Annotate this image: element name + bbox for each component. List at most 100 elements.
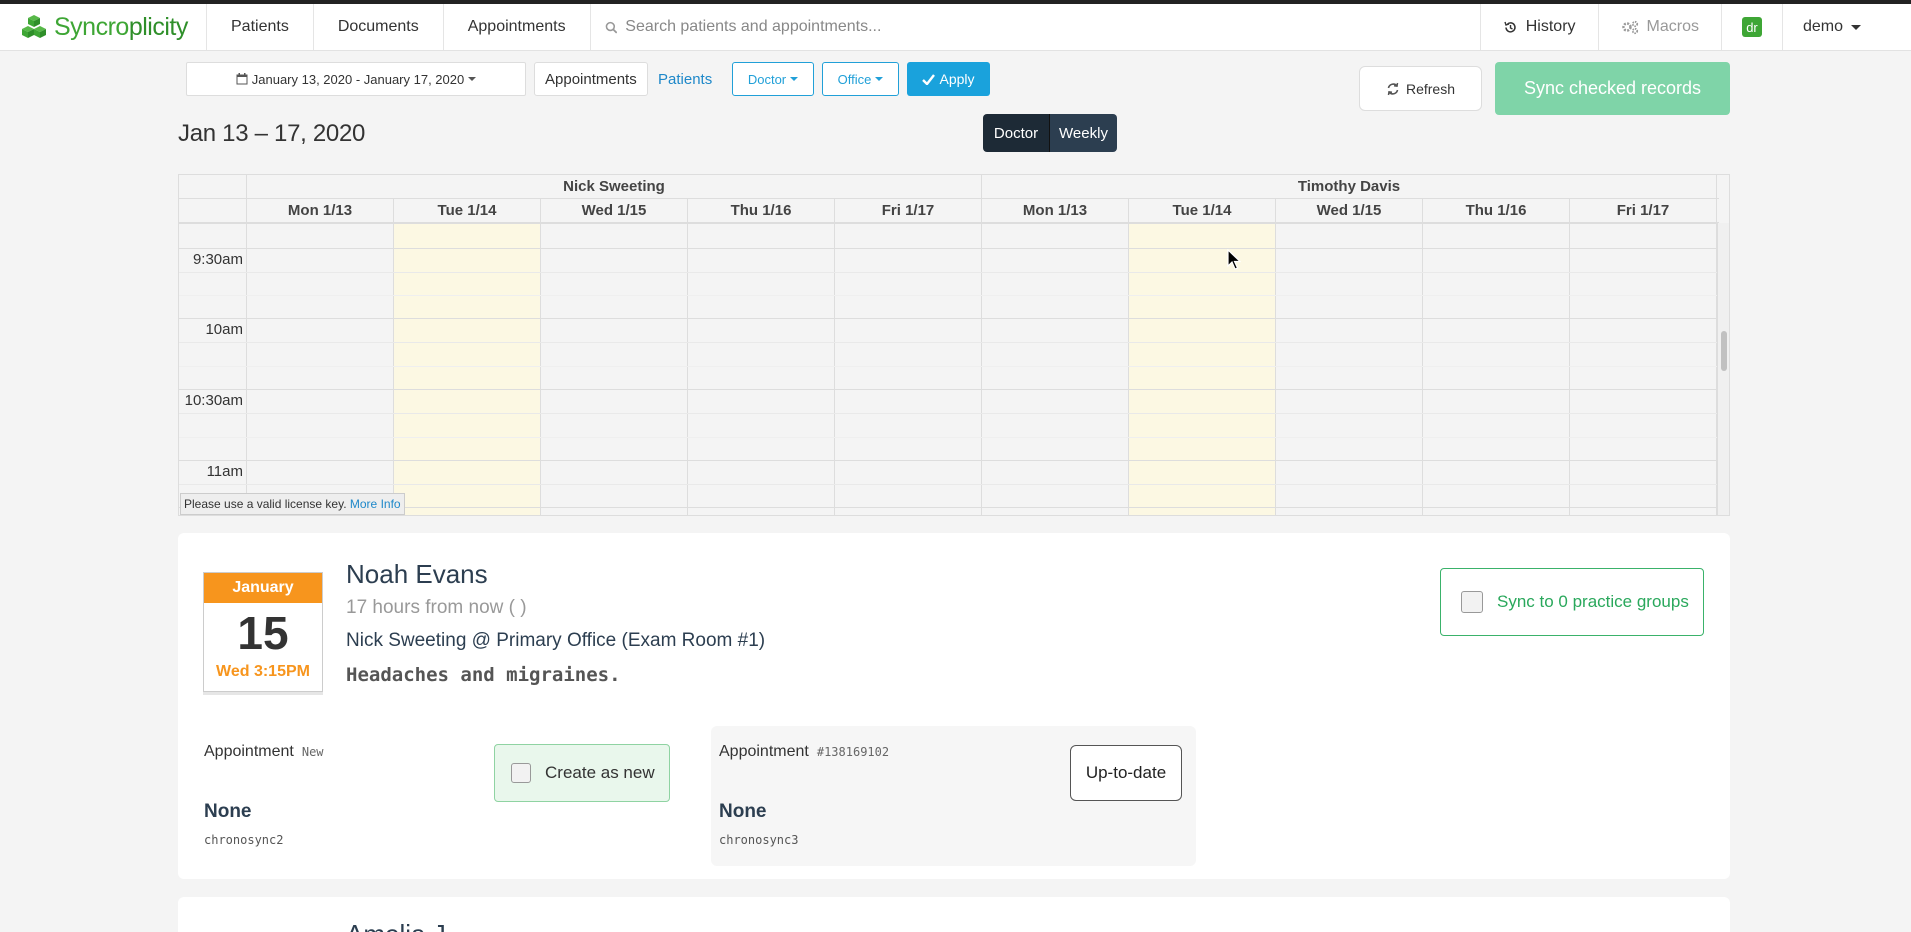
nav-appointments[interactable]: Appointments xyxy=(444,4,591,50)
dr-badge: dr xyxy=(1741,17,1762,37)
top-navbar: Syncroplicity Patients Documents Appoint… xyxy=(0,4,1911,51)
calendar-header: Nick Sweeting Timothy Davis Mon 1/13 Tue… xyxy=(179,175,1719,223)
time-label: 9:30am xyxy=(192,251,243,268)
date-range-text: January 13, 2020 - January 17, 2020 xyxy=(251,71,465,87)
page-title: Jan 13 – 17, 2020 xyxy=(178,120,366,147)
day-header: Tue 1/14 xyxy=(1129,199,1276,222)
scrollbar-thumb[interactable] xyxy=(1721,331,1727,371)
schedule-calendar: Nick Sweeting Timothy Davis Mon 1/13 Tue… xyxy=(178,174,1730,516)
history-icon xyxy=(1504,21,1516,33)
slot-line xyxy=(179,342,1719,343)
refresh-button[interactable]: Refresh xyxy=(1359,66,1482,111)
brand-logo[interactable]: Syncroplicity xyxy=(0,4,207,50)
calendar-scrollbar[interactable] xyxy=(1717,223,1729,515)
slot-line xyxy=(179,437,1719,438)
slot-line xyxy=(179,413,1719,414)
chevron-down-icon xyxy=(468,77,477,81)
nav-patients[interactable]: Patients xyxy=(207,4,314,50)
record-label: Appointment New xyxy=(204,743,324,760)
record-label-text: Appointment xyxy=(719,743,809,760)
time-label: 10:30am xyxy=(184,392,243,409)
relative-time: 17 hours from now ( ) xyxy=(346,597,527,618)
view-weekly-button[interactable]: Weekly xyxy=(1049,114,1117,152)
axis-spacer xyxy=(179,175,247,198)
slot-line xyxy=(179,272,1719,273)
day-column[interactable] xyxy=(1276,223,1423,515)
brand-name-b: plicity xyxy=(128,12,189,41)
day-column[interactable] xyxy=(982,223,1129,515)
page-scrollbar[interactable] xyxy=(1897,51,1911,932)
user-menu[interactable]: demo xyxy=(1781,4,1911,50)
sync-checked-records-button[interactable]: Sync checked records xyxy=(1495,62,1730,115)
day-column[interactable] xyxy=(835,223,982,515)
resource-header: Timothy Davis xyxy=(982,175,1717,198)
slot-line xyxy=(179,389,1719,390)
macros-button[interactable]: Macros xyxy=(1597,4,1721,50)
up-to-date-button[interactable]: Up-to-date xyxy=(1070,745,1182,801)
day-header: Wed 1/15 xyxy=(1276,199,1423,222)
date-when: Wed 3:15PM xyxy=(216,663,310,680)
license-notice: Please use a valid license key. More Inf… xyxy=(180,493,405,515)
office-filter-dropdown[interactable]: Office xyxy=(822,62,899,96)
dr-badge-button[interactable]: dr xyxy=(1720,4,1782,50)
day-column-today[interactable] xyxy=(394,223,541,515)
day-header: Wed 1/15 xyxy=(541,199,688,222)
doctor-filter-dropdown[interactable]: Doctor xyxy=(732,62,814,96)
nav-documents[interactable]: Documents xyxy=(314,4,444,50)
time-label: 10am xyxy=(205,321,243,338)
chevron-down-icon xyxy=(1851,24,1861,30)
patient-name[interactable]: Amelia J... xyxy=(346,919,467,932)
date-tile: January 15 Wed 3:15PM xyxy=(203,572,323,692)
slot-line xyxy=(179,295,1719,296)
chevron-down-icon xyxy=(790,77,799,81)
day-column[interactable] xyxy=(247,223,394,515)
patient-name[interactable]: Noah Evans xyxy=(346,559,488,590)
slot-line xyxy=(179,507,1719,508)
record-system: chronosync3 xyxy=(719,833,799,847)
day-header: Mon 1/13 xyxy=(982,199,1129,222)
tab-patients[interactable]: Patients xyxy=(648,62,722,96)
day-column-today[interactable] xyxy=(1129,223,1276,515)
record-label-text: Appointment xyxy=(204,743,294,760)
left-record-header: Appointment New xyxy=(204,743,324,761)
tab-appointments[interactable]: Appointments xyxy=(534,62,648,96)
view-doctor-button[interactable]: Doctor xyxy=(983,114,1049,152)
sync-groups-checkbox[interactable] xyxy=(1461,591,1483,613)
brand-name: Syncroplicity xyxy=(54,13,188,42)
date-range-picker[interactable]: January 13, 2020 - January 17, 2020 xyxy=(186,62,526,96)
sync-practice-groups-toggle[interactable]: Sync to 0 practice groups xyxy=(1440,568,1704,636)
create-as-new-toggle[interactable]: Create as new xyxy=(494,744,670,802)
calendar-grid[interactable]: 9:30am 10am 10:30am 11am xyxy=(179,223,1719,515)
history-button[interactable]: History xyxy=(1479,4,1598,50)
apply-button[interactable]: Apply xyxy=(907,62,990,96)
cubes-icon xyxy=(22,15,46,38)
day-header: Thu 1/16 xyxy=(1423,199,1570,222)
record-label: Appointment #138169102 xyxy=(719,743,889,760)
day-header: Fri 1/17 xyxy=(835,199,982,222)
day-column[interactable] xyxy=(1423,223,1570,515)
doctor-office-line: Nick Sweeting @ Primary Office (Exam Roo… xyxy=(346,630,766,651)
doctor-filter-label: Doctor xyxy=(747,71,787,87)
appointment-card: January 15 Wed 3:15PM Noah Evans 17 hour… xyxy=(178,533,1730,879)
record-system: chronosync2 xyxy=(204,833,284,847)
gears-icon xyxy=(1621,20,1638,34)
office-filter-label: Office xyxy=(837,71,872,87)
slot-line xyxy=(179,248,1719,249)
calendar-icon xyxy=(236,73,248,85)
resource-header-row: Nick Sweeting Timothy Davis xyxy=(179,175,1719,199)
search-input[interactable] xyxy=(625,18,1466,36)
mouse-cursor-icon xyxy=(1227,249,1241,270)
more-info-link[interactable]: More Info xyxy=(350,497,401,511)
record-value: None xyxy=(719,801,767,822)
create-as-new-checkbox[interactable] xyxy=(511,763,531,783)
day-column[interactable] xyxy=(688,223,835,515)
brand-name-a: Syncro xyxy=(54,12,129,41)
search-icon xyxy=(605,21,617,33)
day-column[interactable] xyxy=(541,223,688,515)
search-bar xyxy=(591,4,1480,50)
history-label: History xyxy=(1525,18,1576,35)
slot-line xyxy=(179,223,1719,224)
day-column[interactable] xyxy=(1570,223,1717,515)
slot-line xyxy=(179,366,1719,367)
record-tag: #138169102 xyxy=(816,745,890,759)
